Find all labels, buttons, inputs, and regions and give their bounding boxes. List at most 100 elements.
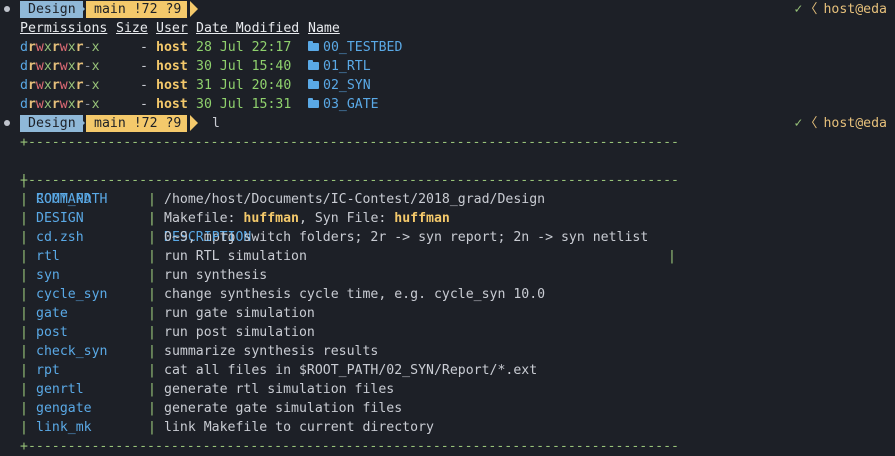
chevron-left-icon: 〈 [804, 116, 818, 131]
user-cell: host [156, 59, 188, 74]
user-cell: host [156, 97, 188, 112]
description-cell: generate gate simulation files [164, 401, 403, 416]
table-header-row: | COMMAND | DESCRIPTION | [20, 173, 676, 264]
prompt-dir-segment: Design [20, 1, 83, 18]
table-row: | gate | run gate simulation [20, 306, 315, 321]
check-icon: ✓ [794, 2, 803, 17]
table-border-mid: +---------------------------------------… [20, 173, 680, 188]
description-cell: run RTL simulation [164, 249, 307, 264]
command-cell: DESIGN [36, 211, 84, 226]
table-row: | cd.zsh | 0~9, m to switch folders; 2r -> … [20, 230, 649, 245]
powerline-arrow-icon [77, 1, 85, 17]
check-icon: ✓ [794, 116, 803, 131]
folder-icon [308, 60, 319, 70]
name-cell[interactable]: 00_TESTBED [308, 38, 402, 57]
size-cell: - [140, 97, 148, 112]
table-row: | rtl | run RTL simulation [20, 249, 307, 264]
right-prompt: ✓ 〈 host@eda [794, 0, 887, 19]
host-label: host@eda [823, 2, 887, 17]
folder-name: 00_TESTBED [323, 40, 403, 55]
description-cell: /home/host/Documents/IC-Contest/2018_gra… [164, 192, 546, 207]
size-cell: - [140, 78, 148, 93]
table-row: | genrtl | generate rtl simulation files [20, 382, 395, 397]
command-cell: check_syn [36, 344, 108, 359]
command-cell: genrtl [36, 382, 84, 397]
name-cell[interactable]: 02_SYN [308, 76, 371, 95]
powerline-arrow-icon [77, 115, 85, 131]
header-size: Size [116, 21, 148, 36]
permissions-cell: drwxrwxr-x [20, 59, 100, 74]
permissions-cell: drwxrwxr-x [20, 78, 100, 93]
command-cell: gate [36, 306, 68, 321]
prompt-line-2: Design main !72 ?9 prj ✓ 〈 host@eda [0, 114, 895, 245]
table-row: | check_syn | summarize synthesis results [20, 344, 379, 359]
date-cell: 28 Jul 22:17 [196, 40, 292, 55]
description-cell: Makefile: huffman, Syn File: huffman [164, 211, 450, 226]
name-cell[interactable]: 01_RTL [308, 57, 371, 76]
prompt-dot-icon [4, 6, 10, 12]
header-name: Name [308, 21, 340, 36]
date-cell: 30 Jul 15:40 [196, 59, 292, 74]
table-row: | ROOT_PATH |/home/host/Documents/IC-Conte… [20, 192, 546, 207]
description-cell: cat all files in $ROOT_PATH/02_SYN/Repor… [164, 363, 538, 378]
command-cell: cd.zsh [36, 230, 84, 245]
table-row: | post | run post simulation [20, 325, 315, 340]
user-cell: host [156, 78, 188, 93]
description-cell: run gate simulation [164, 306, 315, 321]
folder-name: 02_SYN [323, 78, 371, 93]
listing-header: Permissions Size User Date Modified Name [0, 19, 895, 38]
chevron-left-icon: 〈 [804, 2, 818, 17]
command-cell: cycle_syn [36, 287, 108, 302]
description-cell: link Makefile to current directory [164, 420, 434, 435]
prompt-dir-segment: Design [20, 115, 83, 132]
table-row: | syn | run synthesis [20, 268, 268, 283]
table-row: | rpt | cat all files in $ROOT_PATH/02_SYN/… [20, 363, 538, 378]
permissions-cell: drwxrwxr-x [20, 40, 100, 55]
description-cell: summarize synthesis results [164, 344, 379, 359]
header-permissions: Permissions [20, 21, 108, 36]
listing-row: drwxrwxr-x - host 31 Jul 20:40 02_SYN [0, 76, 895, 95]
prompt-dot-icon [4, 120, 10, 126]
command-cell: syn [36, 268, 60, 283]
header-date-modified: Date Modified [196, 21, 300, 36]
table-row: | link_mk | link Makefile to current direct… [20, 420, 434, 435]
user-cell: host [156, 40, 188, 55]
size-cell: - [140, 59, 148, 74]
table-row: | gengate | generate gate simulation files [20, 401, 403, 416]
name-cell[interactable]: 03_GATE [308, 95, 379, 114]
listing-row: drwxrwxr-x - host 30 Jul 15:31 03_GATE [0, 95, 895, 114]
folder-icon [308, 79, 319, 89]
description-cell: change synthesis cycle time, e.g. cycle_… [164, 287, 546, 302]
size-cell: - [140, 40, 148, 55]
description-cell: 0~9, m to switch folders; 2r -> syn repo… [164, 230, 649, 245]
folder-icon [308, 41, 319, 51]
description-cell: run post simulation [164, 325, 315, 340]
description-cell: generate rtl simulation files [164, 382, 395, 397]
listing-row: drwxrwxr-x - host 28 Jul 22:17 00_TESTBED [0, 38, 895, 57]
right-prompt: ✓ 〈 host@eda [794, 114, 887, 133]
prompt-git-segment: main !72 ?9 [86, 115, 188, 132]
command-cell: rpt [36, 363, 60, 378]
folder-name: 03_GATE [323, 97, 379, 112]
command-cell: rtl [36, 249, 60, 264]
command-cell: post [36, 325, 68, 340]
folder-name: 01_RTL [323, 59, 371, 74]
listing-row: drwxrwxr-x - host 30 Jul 15:40 01_RTL [0, 57, 895, 76]
command-cell: gengate [36, 401, 92, 416]
host-label: host@eda [823, 116, 887, 131]
table-row: | DESIGN | Makefile: huffman, Syn File: huf… [20, 211, 450, 226]
table-border-top: +---------------------------------------… [20, 135, 680, 150]
powerline-arrow-icon [190, 115, 198, 131]
date-cell: 31 Jul 20:40 [196, 78, 292, 93]
date-cell: 30 Jul 15:31 [196, 97, 292, 112]
folder-icon [308, 98, 319, 108]
command-cell: link_mk [36, 420, 92, 435]
permissions-cell: drwxrwxr-x [20, 97, 100, 112]
powerline-arrow-icon [190, 1, 198, 17]
table-row: | cycle_syn | change synthesis cycle time, … [20, 287, 546, 302]
prompt-line-1: Design main !72 ?9 l ✓ 〈 host@eda [0, 0, 895, 131]
header-user: User [156, 21, 188, 36]
prompt-git-segment: main !72 ?9 [86, 1, 188, 18]
command-cell: ROOT_PATH [36, 192, 108, 207]
table-border-bottom: +---------------------------------------… [20, 439, 680, 454]
